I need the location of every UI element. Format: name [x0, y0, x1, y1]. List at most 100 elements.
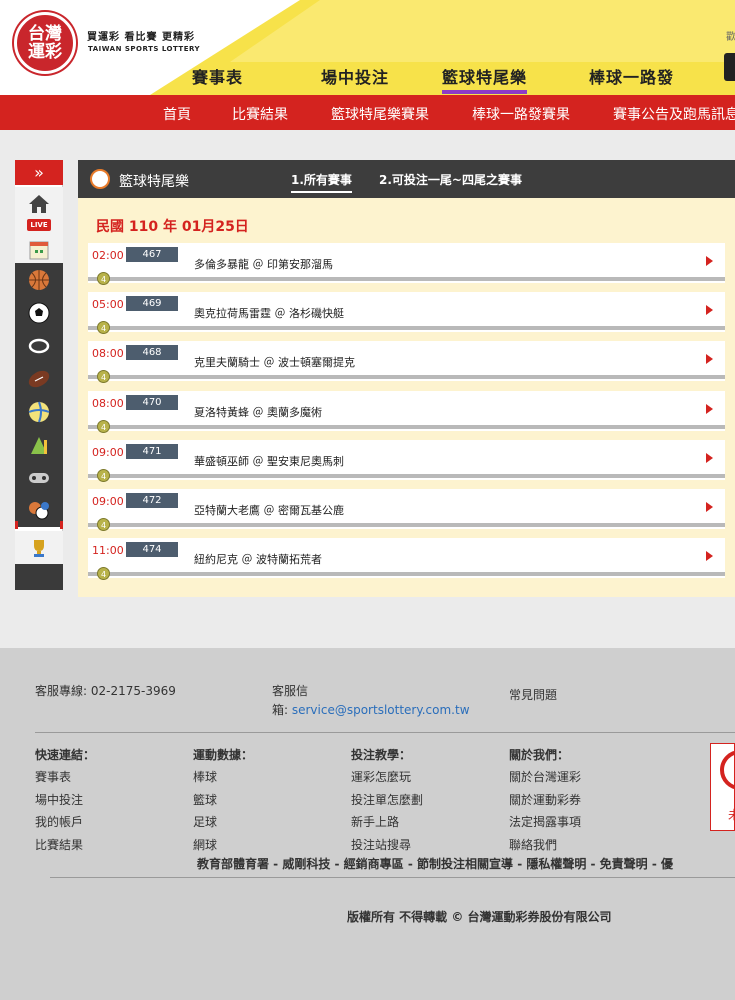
- expand-arrow-icon[interactable]: [706, 256, 713, 266]
- game-row-bar: [88, 523, 725, 527]
- game-number: 469: [126, 296, 178, 311]
- game-row[interactable]: 11:00 474 紐約尼克 ＠ 波特蘭拓荒者 4: [88, 538, 725, 580]
- game-time: 08:00: [92, 347, 124, 360]
- subnav-home[interactable]: 首頁: [163, 104, 191, 124]
- live-icon[interactable]: LIVE: [15, 213, 63, 237]
- sidebar-marker-right: [60, 521, 63, 529]
- site-logo[interactable]: 台灣 運彩: [14, 12, 76, 74]
- game-number: 474: [126, 542, 178, 557]
- site-footer: 客服專線: 02-2175-3969 客服信 箱: service@sports…: [0, 648, 735, 1000]
- game-teams: 亞特蘭大老鷹 ＠ 密爾瓦基公鹿: [194, 504, 344, 517]
- game-row-bar: [88, 326, 725, 330]
- service-hotline: 客服專線: 02-2175-3969: [35, 684, 176, 698]
- expand-arrow-icon[interactable]: [706, 305, 713, 315]
- game-teams: 奧克拉荷馬雷霆 ＠ 洛杉磯快艇: [194, 307, 344, 320]
- sidebar-footer: [15, 564, 63, 590]
- footer-link-live-betting[interactable]: 場中投注: [35, 791, 83, 808]
- expand-arrow-icon[interactable]: [706, 453, 713, 463]
- game-row-bar: [88, 375, 725, 379]
- footer-link-bet-slip[interactable]: 投注單怎麼劃: [351, 791, 423, 808]
- calendar-icon[interactable]: [15, 237, 63, 263]
- soccer-icon[interactable]: [15, 296, 63, 329]
- game-number: 472: [126, 493, 178, 508]
- sidebar-marker-left: [15, 521, 18, 529]
- service-mail-label: 客服信: [272, 684, 309, 698]
- footer-link-about-lottery[interactable]: 關於運動彩券: [509, 791, 581, 808]
- quarter-badge: 4: [97, 567, 110, 580]
- footer-link-store-search[interactable]: 投注站搜尋: [351, 836, 411, 853]
- expand-arrow-icon[interactable]: [706, 354, 713, 364]
- footer-link-about-company[interactable]: 關於台灣運彩: [509, 768, 581, 785]
- nav-live-betting[interactable]: 場中投注: [321, 64, 389, 88]
- footer-link-schedule[interactable]: 賽事表: [35, 768, 71, 785]
- account-button[interactable]: [724, 53, 735, 81]
- footer-link-beginners[interactable]: 新手上路: [351, 813, 399, 830]
- policy-links[interactable]: 教育部體育署 - 威剛科技 - 經銷商專區 - 節制投注相關宣導 - 隱私權聲明…: [197, 855, 673, 872]
- game-number: 471: [126, 444, 178, 459]
- footer-link-tennis[interactable]: 網球: [193, 836, 217, 853]
- subnav-baseball-results[interactable]: 棒球一路發賽果: [472, 104, 570, 124]
- footer-link-baseball[interactable]: 棒球: [193, 768, 217, 785]
- game-row[interactable]: 08:00 470 夏洛特黃蜂 ＠ 奧蘭多魔術 4: [88, 391, 725, 433]
- site-slogan: 買運彩 看比賽 更精彩: [87, 32, 195, 43]
- quarter-badge: 4: [97, 518, 110, 531]
- game-time: 08:00: [92, 397, 124, 410]
- game-row[interactable]: 02:00 467 多倫多暴龍 ＠ 印第安那溜馬 4: [88, 243, 725, 285]
- nav-basketball-tail[interactable]: 籃球特尾樂: [442, 64, 528, 94]
- football-icon[interactable]: [15, 362, 63, 395]
- game-number: 467: [126, 247, 178, 262]
- footer-divider-bottom: [50, 877, 735, 878]
- nav-schedule[interactable]: 賽事表: [192, 64, 243, 88]
- quarter-badge: 4: [97, 469, 110, 482]
- basketball-icon[interactable]: [15, 263, 63, 296]
- game-time: 09:00: [92, 446, 124, 459]
- nav-baseball-road[interactable]: 棒球一路發: [589, 64, 674, 88]
- multi-sport-icon[interactable]: [15, 494, 63, 527]
- game-time: 09:00: [92, 495, 124, 508]
- copyright-text: 版權所有 不得轉載 © 台灣運動彩券股份有限公司: [347, 910, 612, 924]
- quarter-badge: 4: [97, 272, 110, 285]
- quarter-badge: 4: [97, 420, 110, 433]
- quarter-badge: 4: [97, 370, 110, 383]
- sidebar-toggle-button[interactable]: »: [15, 160, 63, 185]
- footer-divider-top: [35, 732, 735, 733]
- footer-link-disclosure[interactable]: 法定揭露事項: [509, 813, 581, 830]
- game-row[interactable]: 08:00 468 克里夫蘭騎士 ＠ 波士頓塞爾提克 4: [88, 341, 725, 383]
- basketball-icon: [90, 169, 110, 189]
- ring-icon[interactable]: [15, 329, 63, 362]
- tab-bettable-games[interactable]: 2.可投注一尾~四尾之賽事: [379, 171, 522, 188]
- footer-link-results[interactable]: 比賽結果: [35, 836, 83, 853]
- subnav-results[interactable]: 比賽結果: [232, 104, 288, 124]
- betting-guide-heading: 投注教學：: [351, 748, 412, 762]
- tab-all-games[interactable]: 1.所有賽事: [291, 171, 352, 193]
- faq-link[interactable]: 常見問題: [509, 686, 557, 703]
- gamepad-icon[interactable]: [15, 461, 63, 494]
- footer-link-basketball[interactable]: 籃球: [193, 791, 217, 808]
- expand-arrow-icon[interactable]: [706, 502, 713, 512]
- expand-arrow-icon[interactable]: [706, 404, 713, 414]
- sub-navigation: 首頁 比賽結果 籃球特尾樂賽果 棒球一路發賽果 賽事公告及跑馬訊息: [0, 95, 735, 130]
- game-number: 470: [126, 395, 178, 410]
- footer-link-contact[interactable]: 聯絡我們: [509, 836, 557, 853]
- subnav-announcements[interactable]: 賽事公告及跑馬訊息: [613, 104, 735, 124]
- expand-arrow-icon[interactable]: [706, 551, 713, 561]
- volleyball-icon[interactable]: [15, 395, 63, 428]
- brand-english: TAIWAN SPORTS LOTTERY: [88, 45, 201, 53]
- service-mail-link[interactable]: service@sportslottery.com.tw: [292, 703, 470, 717]
- game-row[interactable]: 09:00 472 亞特蘭大老鷹 ＠ 密爾瓦基公鹿 4: [88, 489, 725, 531]
- game-teams: 紐約尼克 ＠ 波特蘭拓荒者: [194, 553, 322, 566]
- service-mail-line: 箱: service@sportslottery.com.tw: [272, 701, 470, 718]
- chart-icon[interactable]: [15, 428, 63, 461]
- subnav-basketball-results[interactable]: 籃球特尾樂賽果: [331, 104, 429, 124]
- game-teams: 夏洛特黃蜂 ＠ 奧蘭多魔術: [194, 406, 322, 419]
- footer-link-how-to-play[interactable]: 運彩怎麼玩: [351, 768, 411, 785]
- footer-link-my-account[interactable]: 我的帳戶: [35, 813, 83, 830]
- footer-link-soccer[interactable]: 足球: [193, 813, 217, 830]
- game-row[interactable]: 09:00 471 華盛頓巫師 ＠ 聖安東尼奧馬刺 4: [88, 440, 725, 482]
- game-teams: 華盛頓巫師 ＠ 聖安東尼奧馬刺: [194, 455, 344, 468]
- game-time: 11:00: [92, 544, 124, 557]
- game-row-bar: [88, 474, 725, 478]
- game-row[interactable]: 05:00 469 奧克拉荷馬雷霆 ＠ 洛杉磯快艇 4: [88, 292, 725, 334]
- quarter-badge: 4: [97, 321, 110, 334]
- trophy-icon[interactable]: [15, 531, 63, 564]
